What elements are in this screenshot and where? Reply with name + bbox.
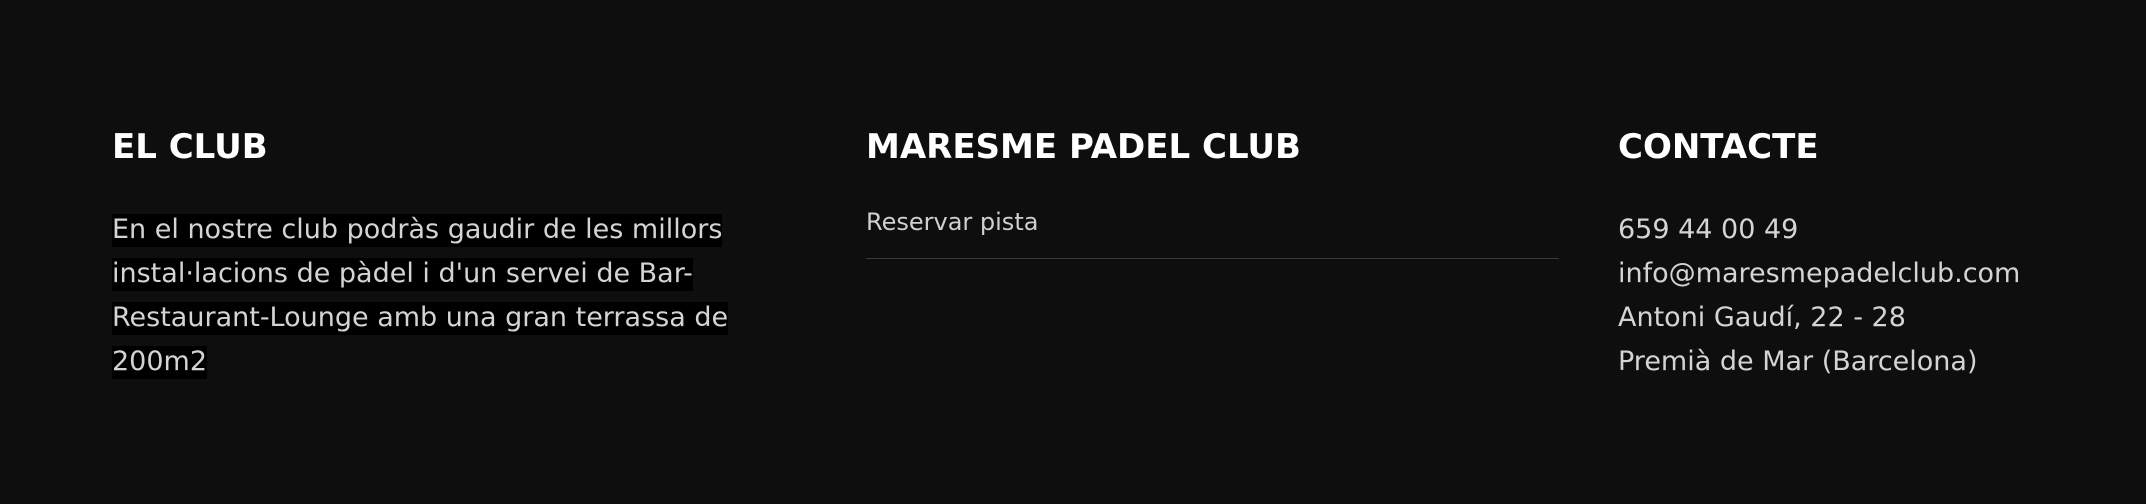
club-description-line: En el nostre club podràs gaudir de les m… <box>112 214 723 247</box>
club-description-line: instal·lacions de pàdel i d'un servei de… <box>112 258 693 291</box>
footer-column-maresme: MARESME PADEL CLUB Reservar pista <box>866 123 1559 259</box>
footer-menu-item: Reservar pista <box>866 202 1559 259</box>
contact-email-item: info@maresmepadelclub.com <box>1618 252 2118 296</box>
phone-link[interactable]: 659 44 00 49 <box>1618 214 1798 245</box>
contact-address-line2: Premià de Mar (Barcelona) <box>1618 346 1978 377</box>
footer-menu: Reservar pista <box>866 202 1559 259</box>
contact-details: 659 44 00 49 info@maresmepadelclub.com A… <box>1618 208 2118 384</box>
reservar-pista-link[interactable]: Reservar pista <box>866 208 1038 236</box>
maresme-heading: MARESME PADEL CLUB <box>866 127 1301 167</box>
footer-column-club: EL CLUB En el nostre club podràs gaudir … <box>112 123 812 379</box>
club-heading: EL CLUB <box>112 127 268 167</box>
footer-column-contact: CONTACTE 659 44 00 49 info@maresmepadelc… <box>1618 123 2118 377</box>
email-link[interactable]: info@maresmepadelclub.com <box>1618 258 2020 289</box>
contact-phone-item: 659 44 00 49 <box>1618 208 2118 252</box>
contact-heading: CONTACTE <box>1618 127 1819 167</box>
club-description: En el nostre club podràs gaudir de les m… <box>112 208 812 384</box>
club-description-line: Restaurant-Lounge amb una gran terrassa … <box>112 302 729 379</box>
site-footer: EL CLUB En el nostre club podràs gaudir … <box>0 0 2146 504</box>
contact-address-line1: Antoni Gaudí, 22 - 28 <box>1618 302 1906 333</box>
